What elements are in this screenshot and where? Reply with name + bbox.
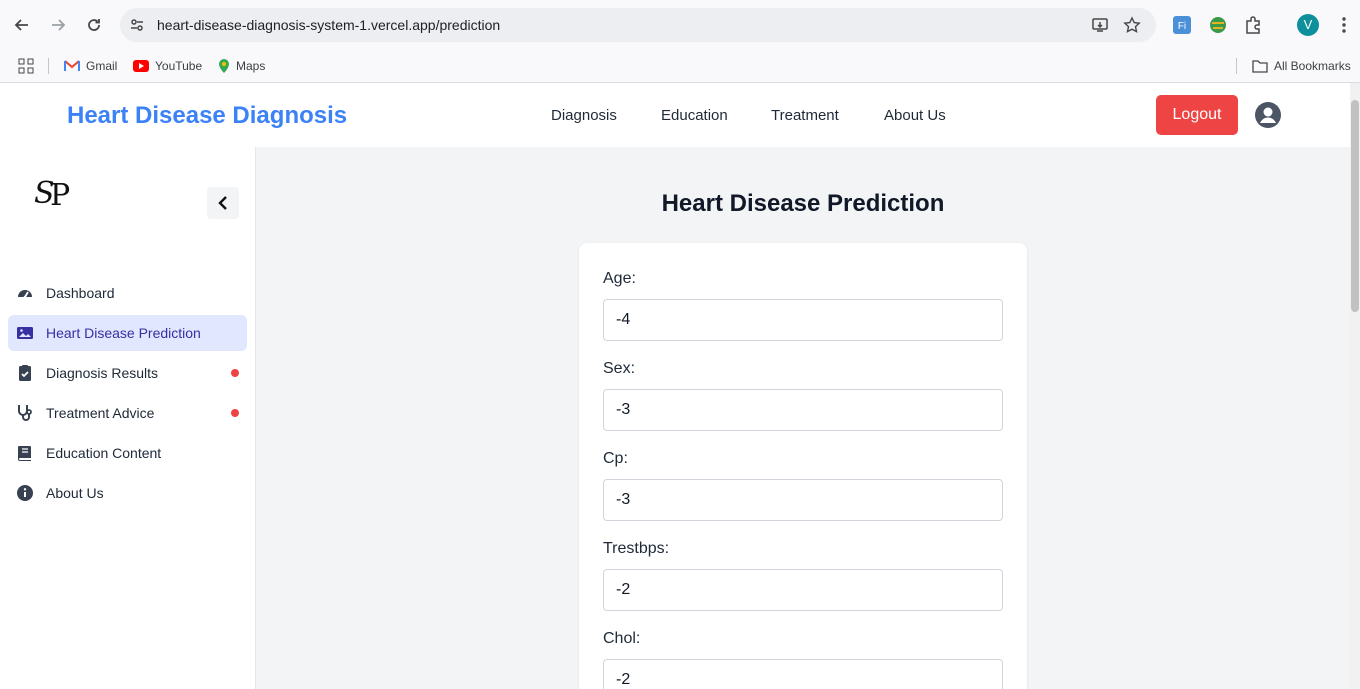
extensions-puzzle-icon[interactable] — [1243, 14, 1265, 36]
all-bookmarks[interactable]: All Bookmarks — [1252, 56, 1351, 76]
nav-diagnosis[interactable]: Diagnosis — [551, 107, 617, 124]
bookmark-maps[interactable]: Maps — [218, 56, 265, 76]
notification-dot — [231, 409, 239, 417]
sidebar-item-heart-disease-prediction[interactable]: Heart Disease Prediction — [8, 315, 247, 351]
sidebar: S P Dashboard Heart Disease Prediction D… — [0, 147, 256, 689]
cp-input[interactable] — [603, 479, 1003, 521]
chol-label: Chol: — [603, 630, 641, 647]
nav-treatment[interactable]: Treatment — [771, 107, 839, 124]
site-settings-icon[interactable] — [128, 16, 146, 34]
stethoscope-icon — [18, 405, 32, 421]
chevron-left-icon — [218, 196, 227, 210]
svg-text:P: P — [50, 178, 70, 213]
sex-input[interactable] — [603, 389, 1003, 431]
gmail-icon — [64, 60, 80, 71]
sp-logo: S P — [34, 176, 70, 213]
sidebar-item-treatment-advice[interactable]: Treatment Advice — [8, 395, 247, 431]
all-bookmarks-label: All Bookmarks — [1274, 59, 1351, 73]
sidebar-item-label: Dashboard — [46, 285, 115, 301]
forward-icon[interactable] — [46, 13, 70, 37]
user-circle-icon[interactable] — [1254, 101, 1282, 129]
nav-about-us[interactable]: About Us — [884, 107, 946, 124]
notification-dot — [231, 369, 239, 377]
bookmarks-bar: Gmail YouTube Maps All Bookmarks — [0, 50, 1360, 83]
book-icon — [18, 446, 31, 461]
trestbps-input[interactable] — [603, 569, 1003, 611]
sidebar-item-label: About Us — [46, 485, 104, 501]
sidebar-item-dashboard[interactable]: Dashboard — [8, 275, 247, 311]
age-input[interactable] — [603, 299, 1003, 341]
app-header: Heart Disease Diagnosis Diagnosis Educat… — [0, 83, 1350, 147]
url-text[interactable]: heart-disease-diagnosis-system-1.vercel.… — [157, 17, 500, 33]
apps-grid-icon[interactable] — [18, 56, 40, 76]
scrollbar-thumb[interactable] — [1351, 100, 1359, 312]
bookmarks-divider — [48, 58, 49, 74]
sidebar-item-label: Treatment Advice — [46, 405, 155, 421]
browser-toolbar: heart-disease-diagnosis-system-1.vercel.… — [0, 0, 1360, 50]
logout-button[interactable]: Logout — [1156, 95, 1238, 135]
youtube-icon — [133, 60, 149, 72]
extension-globe-icon[interactable] — [1207, 14, 1229, 36]
svg-text:Fi: Fi — [1178, 21, 1186, 32]
sidebar-item-label: Education Content — [46, 445, 162, 461]
bookmarks-divider — [1236, 58, 1237, 74]
dashboard-icon — [18, 290, 32, 299]
brand-title[interactable]: Heart Disease Diagnosis — [67, 102, 347, 130]
age-label: Age: — [603, 270, 636, 287]
main-content: Heart Disease Prediction Age: Sex: Cp: T… — [256, 147, 1350, 689]
sidebar-item-label: Heart Disease Prediction — [46, 325, 201, 341]
folder-icon — [1252, 60, 1268, 73]
back-icon[interactable] — [10, 13, 34, 37]
menu-kebab-icon[interactable] — [1333, 14, 1355, 36]
image-icon — [17, 327, 33, 339]
sidebar-item-label: Diagnosis Results — [46, 365, 159, 381]
profile-avatar[interactable]: V — [1297, 14, 1319, 36]
page-title: Heart Disease Prediction — [661, 190, 945, 217]
address-bar[interactable]: heart-disease-diagnosis-system-1.vercel.… — [120, 8, 1156, 42]
sidebar-item-diagnosis-results[interactable]: Diagnosis Results — [8, 355, 247, 391]
bookmark-youtube[interactable]: YouTube — [133, 56, 202, 76]
maps-icon — [219, 59, 229, 73]
sidebar-item-education-content[interactable]: Education Content — [8, 435, 247, 471]
sidebar-item-about-us[interactable]: About Us — [8, 475, 247, 511]
reload-icon[interactable] — [82, 13, 106, 37]
sex-label: Sex: — [603, 360, 636, 377]
collapse-sidebar-button[interactable] — [207, 187, 239, 219]
prediction-form: Age: Sex: Cp: Trestbps: Chol: — [579, 243, 1027, 689]
bookmark-label: Gmail — [86, 59, 118, 73]
bookmark-label: Maps — [236, 59, 266, 73]
clipboard-check-icon — [19, 365, 31, 381]
nav-education[interactable]: Education — [661, 107, 728, 124]
trestbps-label: Trestbps: — [603, 540, 670, 557]
bookmark-star-icon[interactable] — [1123, 16, 1141, 34]
install-app-icon[interactable] — [1091, 16, 1109, 34]
chol-input[interactable] — [603, 659, 1003, 689]
bookmark-label: YouTube — [155, 59, 203, 73]
cp-label: Cp: — [603, 450, 628, 467]
info-icon — [17, 485, 33, 501]
bookmark-gmail[interactable]: Gmail — [64, 56, 117, 76]
extension-fi-icon[interactable]: Fi — [1171, 14, 1193, 36]
